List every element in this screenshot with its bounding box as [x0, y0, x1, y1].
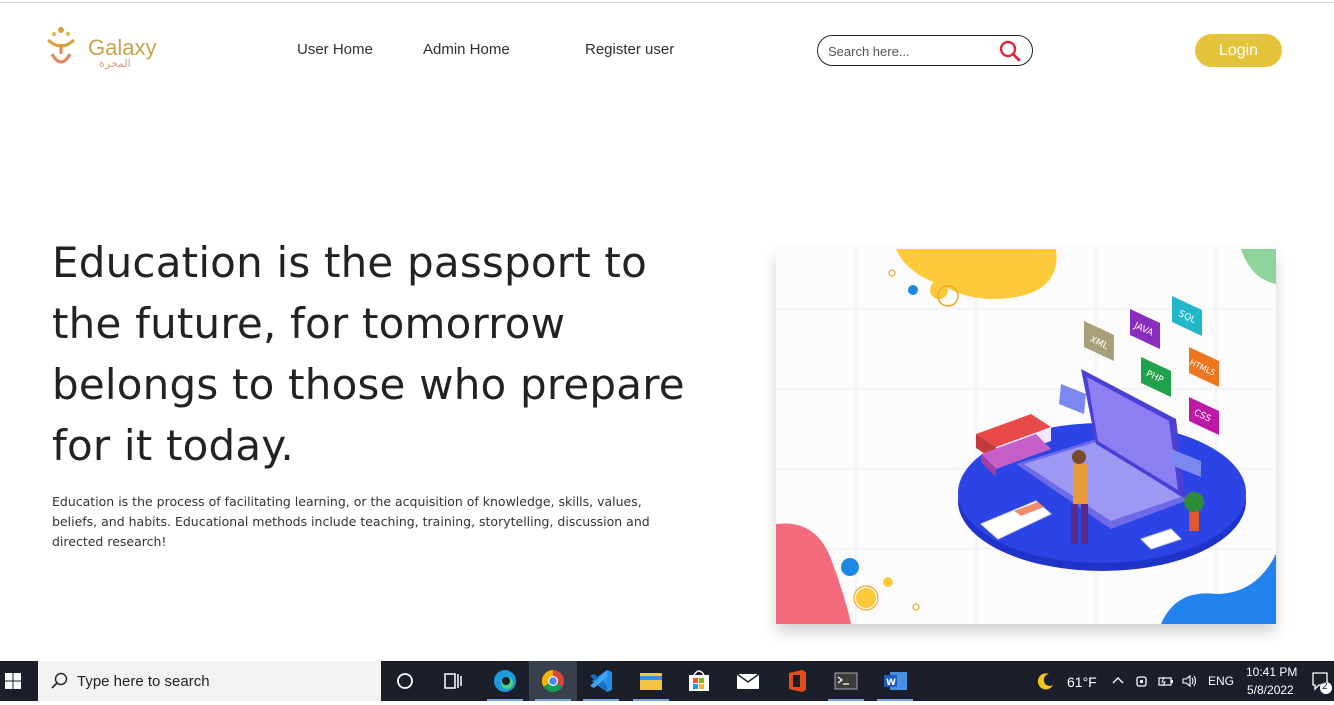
- store-bag-icon: [689, 670, 709, 691]
- folder-icon: [640, 673, 662, 690]
- taskbar-vscode[interactable]: [577, 661, 625, 701]
- terminal-icon: [834, 672, 858, 690]
- taskbar-edge[interactable]: [481, 661, 529, 701]
- nav-user-home[interactable]: User Home: [297, 41, 373, 58]
- taskbar-search-placeholder: Type here to search: [77, 673, 210, 690]
- svg-text:W: W: [886, 678, 896, 688]
- laptop-illustration-image: XML JAVA SQL PHP HTML5 CSS: [776, 249, 1276, 624]
- cortana-button[interactable]: [381, 661, 429, 701]
- top-divider: [0, 2, 1334, 3]
- clock-time: 10:41 PM: [1246, 665, 1298, 679]
- hero-title: Education is the passport to the future,…: [52, 238, 685, 470]
- notification-icon: [1312, 672, 1332, 694]
- windows-logo-icon: [5, 673, 21, 689]
- taskbar-file-explorer[interactable]: [627, 661, 675, 701]
- task-view-button[interactable]: [429, 661, 477, 701]
- hero-description: Education is the process of facilitating…: [52, 494, 650, 549]
- chevron-up-icon[interactable]: [1111, 674, 1125, 688]
- battery-power-icon[interactable]: [1157, 673, 1175, 689]
- task-view-icon: [444, 673, 462, 689]
- taskbar-office[interactable]: [773, 661, 821, 701]
- vscode-icon: [590, 670, 612, 692]
- office-icon: [789, 670, 806, 692]
- speaker-volume-icon[interactable]: [1181, 673, 1199, 689]
- weather-moon-icon: [1037, 673, 1053, 690]
- search-icon: [51, 672, 68, 689]
- taskbar-terminal[interactable]: [822, 661, 870, 701]
- brand-logo[interactable]: Galaxy المجرة: [44, 22, 169, 74]
- weather-temperature[interactable]: 61°F: [1067, 674, 1097, 690]
- taskbar-store[interactable]: [675, 661, 723, 701]
- windows-taskbar: Type here to search W 61°F ENG 10:41 PM …: [0, 661, 1334, 701]
- notification-count: 2: [1322, 681, 1328, 692]
- edge-icon: [494, 670, 516, 692]
- search-icon[interactable]: [998, 39, 1022, 63]
- nav-admin-home[interactable]: Admin Home: [423, 41, 510, 58]
- taskbar-mail[interactable]: [724, 661, 772, 701]
- cortana-circle-icon: [397, 673, 413, 689]
- education-illustration: XML JAVA SQL PHP HTML5 CSS: [776, 249, 1276, 624]
- taskbar-word[interactable]: W: [871, 661, 919, 701]
- clock[interactable]: 10:41 PM 5/8/2022: [1240, 664, 1302, 698]
- action-center-button[interactable]: 2: [1306, 661, 1334, 701]
- mail-icon: [736, 673, 760, 689]
- login-button[interactable]: Login: [1195, 34, 1282, 67]
- word-icon: W: [884, 672, 907, 690]
- chrome-icon: [542, 670, 564, 692]
- nav-register-user[interactable]: Register user: [585, 41, 674, 58]
- meet-now-icon[interactable]: [1134, 673, 1150, 689]
- search-input[interactable]: [828, 42, 993, 60]
- clock-date: 5/8/2022: [1247, 683, 1294, 697]
- galaxy-logo-icon: [46, 27, 76, 64]
- start-button[interactable]: [0, 661, 38, 701]
- taskbar-chrome[interactable]: [529, 661, 577, 701]
- taskbar-search-box[interactable]: Type here to search: [38, 661, 381, 701]
- brand-subtitle: المجرة: [99, 57, 131, 70]
- language-indicator[interactable]: ENG: [1208, 674, 1234, 688]
- search-box: [817, 35, 1033, 66]
